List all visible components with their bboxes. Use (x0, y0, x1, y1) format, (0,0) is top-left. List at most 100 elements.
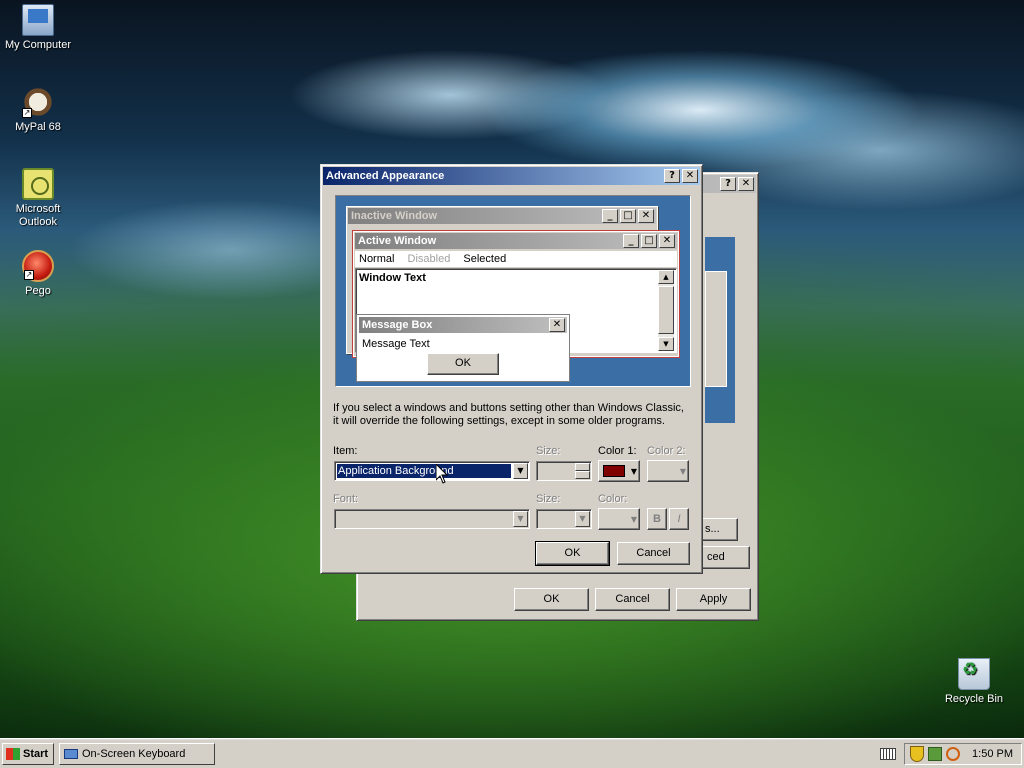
outlook-icon (22, 168, 54, 200)
cancel-button[interactable]: Cancel (617, 542, 690, 565)
taskbar: Start On-Screen Keyboard 1:50 PM (0, 738, 1024, 768)
computer-icon (22, 4, 54, 36)
taskbar-item-on-screen-keyboard[interactable]: On-Screen Keyboard (59, 743, 215, 765)
font-dropdown[interactable]: ▼ (334, 509, 530, 529)
close-button[interactable]: ✕ (738, 177, 754, 191)
network-icon[interactable] (928, 747, 943, 761)
chevron-down-icon: ▼ (630, 515, 637, 524)
dialog-title: Advanced Appearance (326, 170, 445, 182)
close-icon: ✕ (549, 318, 565, 332)
close-icon: ✕ (638, 209, 654, 223)
preview-menu-normal[interactable]: Normal (359, 253, 394, 265)
item-dropdown-value: Application Background (337, 464, 511, 478)
chevron-down-icon[interactable]: ▼ (575, 511, 590, 527)
desktop-icon-pego[interactable]: ↗ Pego (0, 250, 76, 298)
system-tray: 1:50 PM (904, 743, 1022, 765)
shortcut-arrow-icon: ↗ (22, 108, 32, 118)
help-button[interactable]: ? (664, 169, 680, 183)
preview-active-title: Active Window (358, 235, 437, 247)
preview-message-title: Message Box (362, 319, 433, 331)
close-button[interactable]: ✕ (682, 169, 698, 183)
preview-message-box[interactable]: Message Box ✕ Message Text OK (356, 314, 570, 382)
desktop-icon-label: Microsoft Outlook (15, 203, 61, 228)
clock[interactable]: 1:50 PM (972, 748, 1013, 760)
preview-scrollbar[interactable]: ▲ ▼ (658, 270, 674, 351)
pego-icon: ↗ (22, 250, 54, 282)
cancel-button[interactable]: Cancel (595, 588, 670, 611)
item-dropdown[interactable]: Application Background ▼ (334, 461, 530, 481)
color1-picker[interactable]: ▼ (598, 460, 640, 482)
ok-button[interactable]: OK (535, 541, 610, 566)
search-icon[interactable] (946, 747, 961, 761)
font-color-label: Color: (598, 493, 628, 505)
shortcut-arrow-icon: ↗ (24, 270, 34, 280)
color1-swatch (603, 465, 625, 477)
font-size-dropdown[interactable]: ▼ (536, 509, 592, 529)
spinner-down-icon (575, 471, 590, 479)
help-button[interactable]: ? (720, 177, 736, 191)
chevron-down-icon[interactable]: ▼ (513, 463, 528, 479)
preview-menu-selected[interactable]: Selected (463, 253, 506, 265)
effects-button[interactable]: s... (702, 518, 738, 541)
size-label: Size: (536, 445, 561, 457)
item-label: Item: (333, 445, 358, 457)
desktop-icon-outlook[interactable]: Microsoft Outlook (0, 168, 76, 229)
preview-inactive-titlebar[interactable]: Inactive Window _ □ ✕ (348, 208, 656, 224)
font-size-label: Size: (536, 493, 561, 505)
recycle-bin-icon (958, 658, 990, 690)
preview-active-titlebar[interactable]: Active Window _ □ ✕ (355, 233, 677, 249)
desktop-icon-label: My Computer (4, 39, 72, 51)
font-label: Font: (333, 493, 359, 505)
preview-inactive-title: Inactive Window (351, 210, 438, 222)
scroll-thumb[interactable] (658, 286, 674, 334)
appearance-preview[interactable]: Inactive Window _ □ ✕ Active Window _ □ … (335, 195, 691, 387)
keyboard-icon (64, 749, 78, 759)
desktop-icon-label: Recycle Bin (944, 693, 1004, 705)
preview-menu-disabled[interactable]: Disabled (408, 253, 451, 265)
windows-logo-icon (6, 748, 20, 760)
shield-icon[interactable] (910, 746, 925, 762)
maximize-icon: □ (620, 209, 636, 223)
mypal-browser-icon: ↗ (22, 86, 54, 118)
chevron-down-icon[interactable]: ▼ (513, 511, 528, 527)
spinner-up-icon (575, 463, 590, 471)
start-label: Start (23, 748, 49, 760)
size-spinner[interactable] (536, 461, 592, 481)
desktop-icon-label: MyPal 68 (15, 121, 61, 133)
preview-ok-button[interactable]: OK (427, 353, 499, 375)
bold-button[interactable]: B (647, 508, 667, 530)
desktop-icon-mypal[interactable]: ↗ MyPal 68 (0, 86, 76, 134)
desktop-icon-label: Pego (25, 285, 51, 297)
tray-keyboard-icon[interactable] (880, 748, 896, 760)
color2-label: Color 2: (647, 445, 686, 457)
back-preview-window (705, 271, 727, 387)
mouse-cursor-icon (436, 464, 448, 484)
chevron-down-icon: ▼ (630, 467, 637, 476)
desktop-icon-recycle-bin[interactable]: Recycle Bin (936, 658, 1012, 706)
apply-button[interactable]: Apply (676, 588, 751, 611)
preview-message-titlebar[interactable]: Message Box ✕ (359, 317, 567, 333)
minimize-icon: _ (602, 209, 618, 223)
color1-label: Color 1: (598, 445, 637, 457)
advanced-appearance-dialog: Advanced Appearance ? ✕ Inactive Window … (320, 164, 703, 574)
chevron-down-icon: ▼ (679, 467, 686, 476)
start-button[interactable]: Start (2, 743, 54, 765)
preview-window-text: Window Text (359, 272, 426, 284)
minimize-icon: _ (623, 234, 639, 248)
font-color-picker[interactable]: ▼ (598, 508, 640, 530)
info-text-line2: it will override the following settings,… (333, 415, 665, 427)
desktop-icon-my-computer[interactable]: My Computer (0, 4, 76, 52)
scroll-up-icon: ▲ (658, 270, 674, 284)
ok-button[interactable]: OK (514, 588, 589, 611)
info-text-line1: If you select a windows and buttons sett… (333, 402, 684, 414)
preview-menu-bar[interactable]: Normal Disabled Selected (355, 251, 677, 267)
maximize-icon: □ (641, 234, 657, 248)
taskbar-item-label: On-Screen Keyboard (82, 748, 186, 760)
close-icon: ✕ (659, 234, 675, 248)
dialog-titlebar[interactable]: Advanced Appearance ? ✕ (323, 167, 700, 185)
color2-picker[interactable]: ▼ (647, 460, 689, 482)
italic-button[interactable]: I (669, 508, 689, 530)
preview-message-text: Message Text (362, 338, 430, 350)
advanced-button[interactable]: ced (702, 546, 750, 569)
scroll-down-icon: ▼ (658, 337, 674, 351)
